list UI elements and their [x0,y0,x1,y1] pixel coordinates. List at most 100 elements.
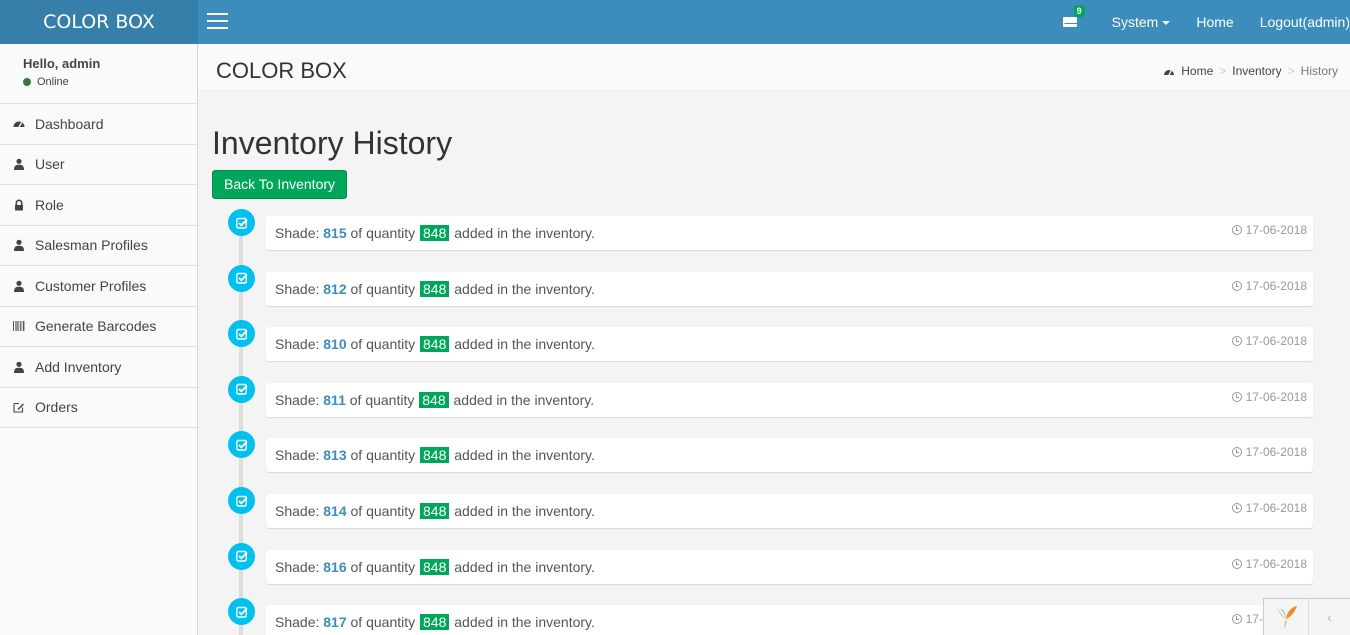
quantity-badge: 848 [419,391,449,408]
messages-count-badge: 9 [1073,5,1085,17]
entry-suffix: added in the inventory. [450,614,595,631]
debug-toolbar[interactable]: ‹ [1263,598,1350,635]
breadcrumb-separator: > [1287,64,1295,78]
entry-prefix: Shade: [275,558,324,575]
clock-icon [1231,558,1242,569]
timeline-item: Shade: 811 of quantity 848 added in the … [198,375,1350,417]
clock-icon [1231,447,1242,458]
user-icon [13,158,25,171]
dashboard-icon [1164,69,1175,76]
back-to-inventory-button[interactable]: Back To Inventory [212,170,348,199]
timeline-entry-box: Shade: 815 of quantity 848 added in the … [266,216,1313,250]
sidebar-item-label: Salesman Profiles [35,237,148,254]
envelope-icon [1062,17,1078,28]
entry-mid: of quantity [346,280,420,297]
timeline-entry-date: 17-06-2018 [1231,223,1307,237]
chevron-left-icon[interactable]: ‹ [1309,599,1350,635]
entry-date: 17-06-2018 [1245,501,1307,515]
app-logo[interactable]: COLOR BOX [0,0,198,44]
sidebar-item-add-inventory[interactable]: Add Inventory [0,347,197,388]
yii-logo-icon[interactable] [1264,599,1309,635]
entry-mid: of quantity [346,614,420,631]
timeline-entry-date: 17-06-2018 [1231,334,1307,348]
check-square-icon [228,598,255,626]
entry-mid: of quantity [345,391,419,408]
entry-suffix: added in the inventory. [450,280,595,297]
quantity-badge: 848 [420,447,450,464]
timeline-entry-box: Shade: 814 of quantity 848 added in the … [266,494,1313,528]
timeline-entry-text: Shade: 812 of quantity 848 added in the … [275,280,595,297]
check-square-icon [228,375,255,403]
user-panel: Hello, admin Online [0,44,197,104]
user-greeting: Hello, admin [23,56,101,71]
system-dropdown[interactable]: System [1099,0,1184,44]
shade-number: 810 [323,336,347,353]
sidebar-item-label: Add Inventory [35,358,122,375]
timeline-entry-text: Shade: 811 of quantity 848 added in the … [275,391,595,408]
entry-suffix: added in the inventory. [450,503,595,519]
shade-number: 817 [323,614,347,631]
check-square-icon [228,264,255,292]
dashboard-icon [13,118,25,130]
sidebar-item-role[interactable]: Role [0,185,197,226]
sidebar-item-label: Generate Barcodes [35,318,157,335]
quantity-badge: 848 [420,503,450,519]
sidebar-toggle-icon[interactable] [207,13,228,31]
clock-icon [1231,614,1242,625]
timeline-entry-box: Shade: 810 of quantity 848 added in the … [266,327,1313,362]
user-icon [13,239,25,252]
clock-icon [1231,391,1242,402]
breadcrumb-home[interactable]: Home [1181,64,1213,78]
breadcrumb-inventory[interactable]: Inventory [1232,64,1281,78]
shade-number: 816 [323,558,347,575]
logout-link[interactable]: Logout(admin) [1247,0,1350,44]
entry-suffix: added in the inventory. [449,391,595,408]
entry-mid: of quantity [346,336,420,353]
sidebar-item-label: Dashboard [35,115,104,132]
timeline-item: Shade: 817 of quantity 848 added in the … [198,598,1350,635]
sidebar-item-customer-profiles[interactable]: Customer Profiles [0,266,197,307]
caret-down-icon [1162,21,1171,26]
timeline-entry-text: Shade: 817 of quantity 848 added in the … [275,614,595,631]
messages-button[interactable]: 9 [1043,0,1099,44]
main-content: Inventory History Back To Inventory Shad… [198,91,1350,635]
timeline-entry-text: Shade: 816 of quantity 848 added in the … [275,558,595,575]
quantity-badge: 848 [420,558,450,575]
shade-number: 813 [323,447,347,464]
timeline-entry-date: 17-06-2018 [1231,279,1307,293]
sidebar-item-generate-barcodes[interactable]: Generate Barcodes [0,307,197,347]
entry-suffix: added in the inventory. [450,336,595,353]
section-title: COLOR BOX [216,58,347,83]
clock-icon [1231,336,1242,347]
quantity-badge: 848 [420,225,450,241]
check-square-icon [228,431,255,459]
status-label: Online [37,76,69,88]
check-square-icon [228,487,255,514]
entry-prefix: Shade: [275,447,324,464]
sidebar-menu: Dashboard User Role Salesman Profiles Custom… [0,104,197,428]
sidebar-item-user[interactable]: User [0,145,197,185]
sidebar: Hello, admin Online Dashboard User Role Sal… [0,44,198,635]
barcode-icon [13,320,25,332]
entry-suffix: added in the inventory. [450,558,595,575]
entry-suffix: added in the inventory. [450,447,595,464]
breadcrumb: Home > Inventory > History [1163,64,1338,78]
home-link[interactable]: Home [1183,0,1246,44]
quantity-badge: 848 [420,280,450,297]
entry-prefix: Shade: [275,503,324,519]
clock-icon [1231,280,1242,291]
entry-mid: of quantity [346,225,420,241]
online-status-icon [23,78,31,86]
sidebar-item-dashboard[interactable]: Dashboard [0,104,197,145]
quantity-badge: 848 [420,336,450,353]
sidebar-item-label: Role [35,196,64,213]
timeline-entry-date: 17-06-2018 [1231,445,1307,459]
entry-mid: of quantity [346,503,420,519]
user-icon [13,361,25,373]
timeline-entry-date: 17-06-2018 [1231,557,1307,571]
navbar-right: 9 System Home Logout(admin) [1043,0,1350,44]
timeline-entry-box: Shade: 813 of quantity 848 added in the … [266,438,1313,473]
clock-icon [1231,503,1242,513]
sidebar-item-salesman-profiles[interactable]: Salesman Profiles [0,226,197,266]
sidebar-item-orders[interactable]: Orders [0,388,197,428]
